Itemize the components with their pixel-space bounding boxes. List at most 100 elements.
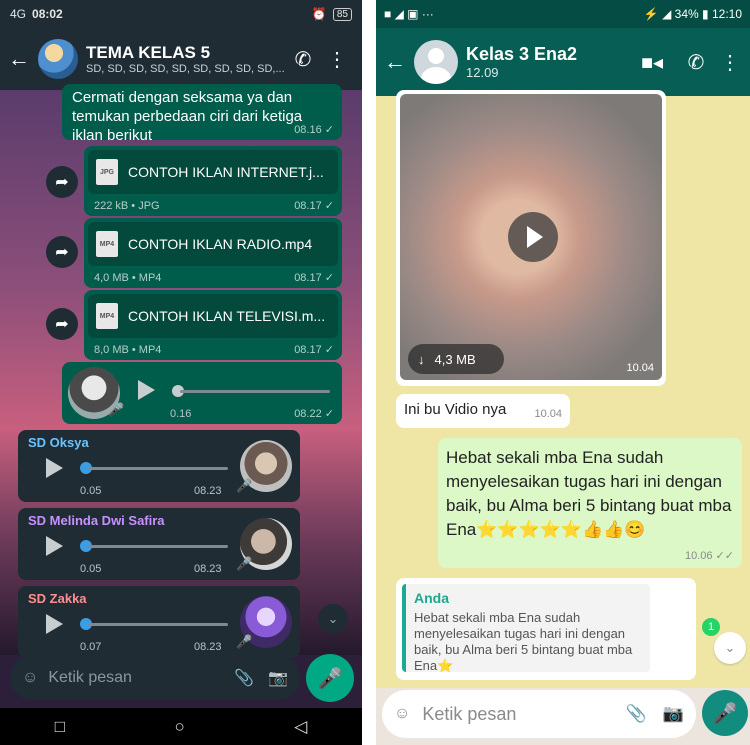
- left-phone: 4G 08:02 ⏰ 85 ← TEMA KELAS 5 SD, SD, SD,…: [0, 0, 362, 745]
- forward-icon[interactable]: ➦: [46, 236, 78, 268]
- voice-duration: 0.16: [170, 408, 192, 420]
- voice-track[interactable]: [180, 390, 330, 393]
- message-text: Cermati dengan seksama ya dan temukan pe…: [72, 89, 303, 144]
- emoji-icon[interactable]: ☺: [394, 705, 410, 723]
- right-phone: ■ ◢ ▣ ··· ⚡ ◢ 34% ▮ 12:10 ← Kelas 3 Ena2…: [376, 0, 750, 745]
- mic-button[interactable]: 🎤: [306, 654, 354, 702]
- file-message-televisi[interactable]: MP4 CONTOH IKLAN TELEVISI.m... 8,0 MB • …: [84, 290, 342, 360]
- chat-header: ← TEMA KELAS 5 SD, SD, SD, SD, SD, SD, S…: [0, 28, 362, 90]
- video-thumbnail[interactable]: ↓ 4,3 MB 10.04: [400, 94, 662, 380]
- attach-icon[interactable]: 📎: [234, 668, 254, 688]
- message-time: 08.23: [194, 563, 222, 575]
- add-call-icon[interactable]: ✆: [286, 47, 320, 72]
- scroll-down-icon[interactable]: ⌄: [714, 632, 746, 664]
- chat-area[interactable]: ↓ 4,3 MB 10.04 Ini bu Vidio nya 10.04 He…: [376, 90, 750, 688]
- incoming-voice-message[interactable]: SD Oksya 0.05 08.23 🎤: [18, 430, 300, 502]
- chat-area[interactable]: Cermati dengan seksama ya dan temukan pe…: [0, 84, 362, 658]
- message-text: Hebat sekali mba Ena sudah menyelesaikan…: [446, 448, 732, 539]
- group-members: SD, SD, SD, SD, SD, SD, SD, SD, SD,...: [86, 63, 285, 75]
- quoted-message[interactable]: Anda Hebat sekali mba Ena sudah menyeles…: [402, 584, 650, 673]
- file-message-radio[interactable]: MP4 CONTOH IKLAN RADIO.mp4 4,0 MB • MP4 …: [84, 218, 342, 288]
- carrier-signal: 4G: [10, 7, 27, 21]
- outgoing-message[interactable]: Cermati dengan seksama ya dan temukan pe…: [62, 84, 342, 144]
- quoted-author: Anda: [414, 590, 449, 606]
- status-bar: 4G 08:02 ⏰ 85: [0, 0, 362, 28]
- emoji-icon[interactable]: ☺: [22, 669, 38, 687]
- message-time: 08.17 ✓: [294, 344, 334, 356]
- camera-icon[interactable]: 📷: [268, 668, 288, 688]
- incoming-video-message[interactable]: ↓ 4,3 MB 10.04: [396, 90, 666, 386]
- message-time: 10.06 ✓✓: [684, 550, 734, 562]
- message-input-bar[interactable]: ☺ Ketik pesan 📎 📷: [10, 656, 300, 700]
- voice-track[interactable]: [88, 467, 228, 470]
- group-avatar[interactable]: [38, 39, 78, 79]
- voice-track[interactable]: [88, 545, 228, 548]
- outgoing-message[interactable]: Hebat sekali mba Ena sudah menyelesaikan…: [438, 438, 742, 568]
- sender-name: SD Zakka: [28, 591, 87, 606]
- voice-duration: 0.07: [80, 641, 102, 653]
- status-bar: ■ ◢ ▣ ··· ⚡ ◢ 34% ▮ 12:10: [376, 0, 750, 28]
- contact-title-area[interactable]: Kelas 3 Ena2 12.09: [466, 44, 630, 80]
- signal-icons: ⚡ ◢: [643, 7, 675, 21]
- group-title-area[interactable]: TEMA KELAS 5 SD, SD, SD, SD, SD, SD, SD,…: [86, 43, 286, 75]
- quoted-text: Hebat sekali mba Ena sudah menyelesaikan…: [414, 610, 633, 673]
- incoming-message[interactable]: Ini bu Vidio nya 10.04: [396, 394, 570, 428]
- voice-call-icon[interactable]: ✆: [674, 50, 718, 75]
- status-time: 12:10: [711, 7, 742, 21]
- attach-icon[interactable]: 📎: [626, 704, 647, 724]
- mic-icon: 🎤: [236, 634, 253, 649]
- download-button[interactable]: ↓ 4,3 MB: [408, 344, 504, 374]
- outgoing-reply-message[interactable]: Anda Hebat sekali mba Ena sudah menyeles…: [396, 578, 696, 680]
- incoming-voice-message[interactable]: SD Melinda Dwi Safira 0.05 08.23 🎤: [18, 508, 300, 580]
- file-message-internet[interactable]: JPG CONTOH IKLAN INTERNET.j... 222 kB • …: [84, 146, 342, 216]
- camera-icon[interactable]: 📷: [663, 704, 684, 724]
- home-icon[interactable]: ○: [174, 717, 184, 737]
- message-text: Ini bu Vidio nya: [404, 401, 507, 418]
- mic-icon: 🎤: [236, 478, 253, 493]
- mic-icon: 🎤: [108, 402, 125, 417]
- group-title: TEMA KELAS 5: [86, 43, 211, 62]
- jpg-file-icon: JPG: [96, 159, 118, 185]
- file-name: CONTOH IKLAN RADIO.mp4: [128, 236, 313, 252]
- play-icon[interactable]: [138, 380, 155, 400]
- message-input[interactable]: Ketik pesan: [422, 704, 609, 725]
- voice-duration: 0.05: [80, 563, 102, 575]
- message-time: 08.23: [194, 641, 222, 653]
- play-icon[interactable]: [508, 212, 558, 262]
- battery-percent: 34%: [674, 7, 699, 21]
- mic-icon: 🎤: [236, 556, 253, 571]
- contact-avatar[interactable]: [414, 40, 458, 84]
- sender-name: SD Melinda Dwi Safira: [28, 513, 165, 528]
- recents-icon[interactable]: □: [55, 717, 65, 737]
- video-call-icon[interactable]: ■◂: [630, 50, 674, 75]
- play-icon[interactable]: [46, 614, 63, 634]
- mic-button[interactable]: 🎤: [702, 690, 748, 736]
- play-icon[interactable]: [46, 458, 63, 478]
- mp4-file-icon: MP4: [96, 303, 118, 329]
- message-time: 08.17 ✓: [294, 200, 334, 212]
- more-options-icon[interactable]: ⋮: [320, 47, 354, 72]
- file-name: CONTOH IKLAN INTERNET.j...: [128, 164, 324, 180]
- voice-duration: 0.05: [80, 485, 102, 497]
- scroll-down-icon[interactable]: ⌄: [318, 604, 348, 634]
- back-nav-icon[interactable]: ◁: [294, 717, 307, 737]
- message-input[interactable]: Ketik pesan: [48, 669, 220, 687]
- message-input-bar[interactable]: ☺ Ketik pesan 📎 📷: [382, 690, 696, 738]
- incoming-voice-message[interactable]: SD Zakka 0.07 08.23 🎤: [18, 586, 300, 658]
- play-icon[interactable]: [46, 536, 63, 556]
- android-nav-bar: □ ○ ◁: [0, 708, 362, 745]
- forward-icon[interactable]: ➦: [46, 166, 78, 198]
- forward-icon[interactable]: ➦: [46, 308, 78, 340]
- file-meta: 8,0 MB • MP4: [94, 344, 162, 356]
- message-time: 10.04: [626, 362, 654, 374]
- file-name: CONTOH IKLAN TELEVISI.m...: [128, 308, 326, 324]
- back-arrow-icon[interactable]: ←: [384, 49, 406, 75]
- more-options-icon[interactable]: ⋮: [718, 50, 742, 75]
- outgoing-voice-message[interactable]: 🎤 0.16 08.22 ✓: [62, 362, 342, 424]
- back-arrow-icon[interactable]: ←: [8, 46, 30, 72]
- alarm-icon: ⏰: [311, 7, 327, 21]
- voice-track[interactable]: [88, 623, 228, 626]
- message-time: 10.04: [534, 408, 562, 420]
- mp4-file-icon: MP4: [96, 231, 118, 257]
- notification-icons: ■ ◢ ▣ ···: [384, 7, 434, 21]
